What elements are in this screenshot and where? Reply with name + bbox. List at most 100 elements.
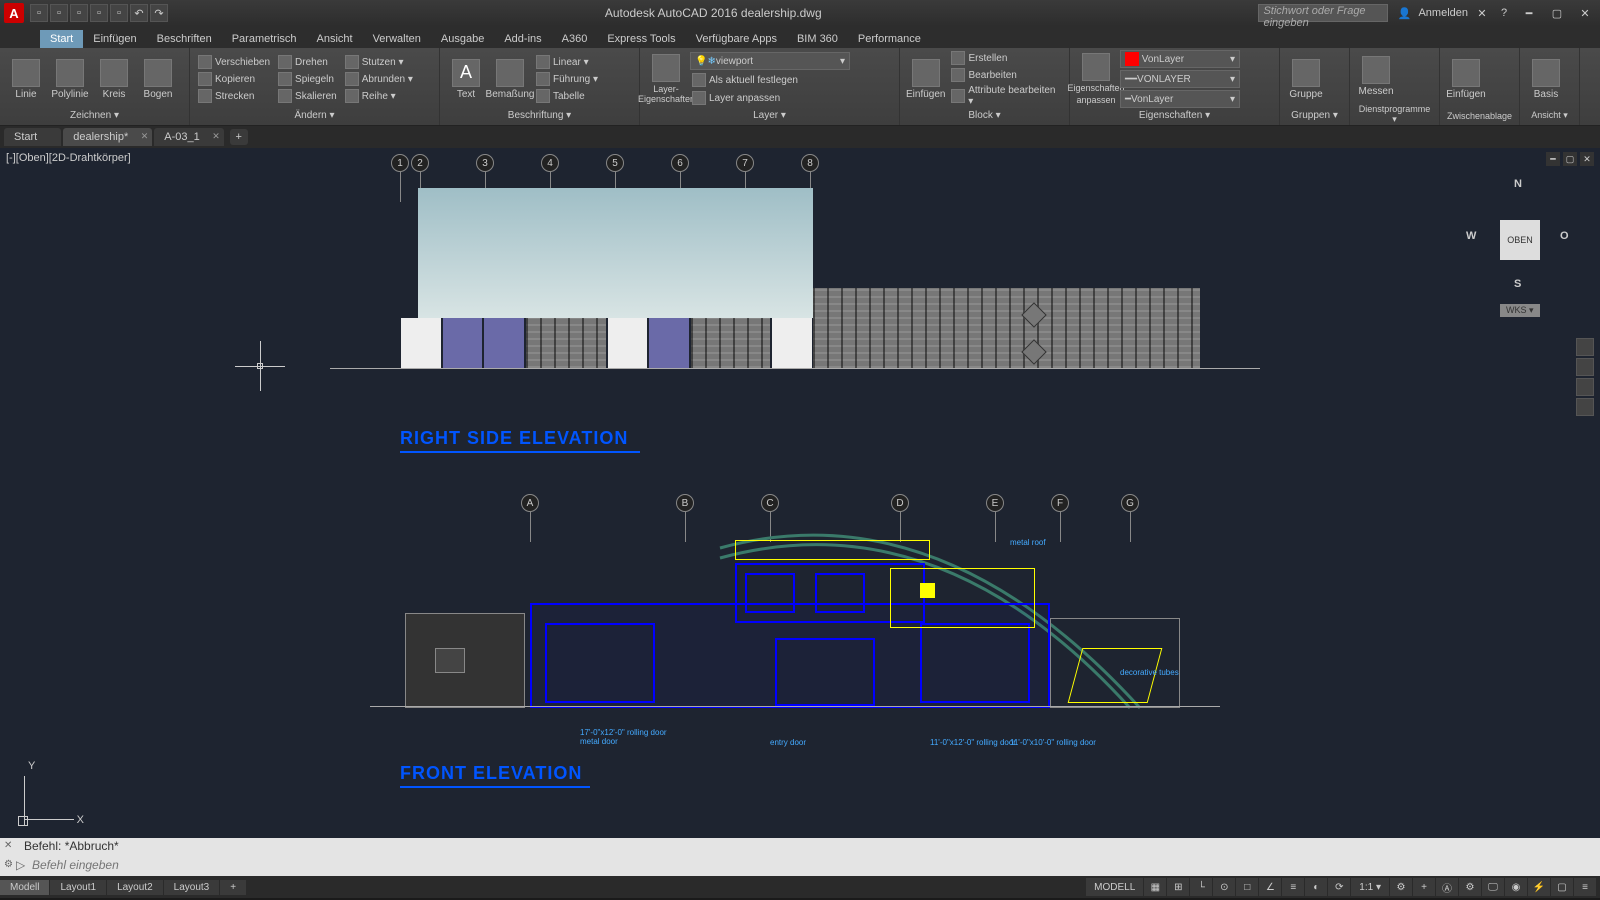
viewport-min-icon[interactable]: ━ xyxy=(1546,152,1560,166)
status-transparency-icon[interactable]: ◐ xyxy=(1305,878,1327,896)
status-grid-icon[interactable]: ▦ xyxy=(1144,878,1166,896)
nav-zoom-icon[interactable] xyxy=(1576,378,1594,396)
block-erstellen-button[interactable]: Erstellen xyxy=(949,50,1063,66)
panel-block-label[interactable]: Block ▾ xyxy=(906,108,1063,123)
tab-performance[interactable]: Performance xyxy=(848,30,931,48)
panel-beschriftung-label[interactable]: Beschriftung ▾ xyxy=(446,108,633,123)
layer-anpassen-button[interactable]: Layer anpassen xyxy=(690,90,850,106)
close-tab-icon[interactable]: ✕ xyxy=(212,131,220,142)
file-tab-a03[interactable]: A-03_1✕ xyxy=(154,128,223,146)
status-gear-icon[interactable]: ⚙ xyxy=(1390,878,1412,896)
tab-start[interactable]: Start xyxy=(40,30,83,48)
panel-ansicht-label[interactable]: Ansicht ▾ xyxy=(1526,108,1573,123)
app-logo[interactable]: A xyxy=(4,3,24,23)
tab-einfuegen[interactable]: Einfügen xyxy=(83,30,146,48)
strecken-button[interactable]: Strecken xyxy=(196,88,272,104)
block-attribute-button[interactable]: Attribute bearbeiten ▾ xyxy=(949,84,1063,108)
cmd-customize-icon[interactable]: ⚙ xyxy=(4,859,16,871)
layout1-tab[interactable]: Layout1 xyxy=(50,880,106,895)
layer-eigenschaften-button[interactable]: Layer-Eigenschaften xyxy=(646,53,686,105)
status-osnap-icon[interactable]: □ xyxy=(1236,878,1258,896)
close-button[interactable]: ✕ xyxy=(1574,4,1596,22)
qat-save-icon[interactable]: ▫ xyxy=(70,4,88,22)
fuehrung-button[interactable]: Führung ▾ xyxy=(534,71,600,87)
color-dropdown[interactable]: VonLayer▾ xyxy=(1120,50,1240,68)
status-hardware-icon[interactable]: ⚡ xyxy=(1528,878,1550,896)
viewport-close-icon[interactable]: ✕ xyxy=(1580,152,1594,166)
status-cycling-icon[interactable]: ⟳ xyxy=(1328,878,1350,896)
tab-verwalten[interactable]: Verwalten xyxy=(363,30,431,48)
block-einfuegen-button[interactable]: Einfügen xyxy=(906,53,945,105)
status-plus-icon[interactable]: + xyxy=(1413,878,1435,896)
viewcube-wks[interactable]: WKS ▾ xyxy=(1500,304,1540,317)
command-input[interactable] xyxy=(32,858,632,872)
layout3-tab[interactable]: Layout3 xyxy=(164,880,220,895)
skalieren-button[interactable]: Skalieren xyxy=(276,88,339,104)
status-lweight-icon[interactable]: ≡ xyxy=(1282,878,1304,896)
viewcube-face[interactable]: OBEN xyxy=(1500,220,1540,260)
panel-zeichnen-label[interactable]: Zeichnen ▾ xyxy=(6,108,183,123)
viewcube[interactable]: N S W O OBEN WKS ▾ xyxy=(1470,178,1570,308)
layout2-tab[interactable]: Layout2 xyxy=(107,880,163,895)
bogen-button[interactable]: Bogen xyxy=(138,53,178,105)
tab-apps[interactable]: Verfügbare Apps xyxy=(686,30,787,48)
maximize-button[interactable]: ▢ xyxy=(1546,4,1568,22)
tab-bim360[interactable]: BIM 360 xyxy=(787,30,848,48)
qat-print-icon[interactable]: ▫ xyxy=(110,4,128,22)
text-button[interactable]: AText xyxy=(446,53,486,105)
tab-beschriften[interactable]: Beschriften xyxy=(147,30,222,48)
new-tab-button[interactable]: + xyxy=(230,129,248,145)
minimize-button[interactable]: ━ xyxy=(1518,4,1540,22)
tab-express[interactable]: Express Tools xyxy=(597,30,685,48)
stutzen-button[interactable]: Stutzen ▾ xyxy=(343,54,415,70)
tab-ansicht[interactable]: Ansicht xyxy=(307,30,363,48)
qat-redo-icon[interactable]: ↷ xyxy=(150,4,168,22)
status-monitor-icon[interactable]: 🖵 xyxy=(1482,878,1504,896)
status-workspace-icon[interactable]: ⚙ xyxy=(1459,878,1481,896)
file-tab-dealership[interactable]: dealership*✕ xyxy=(63,128,152,146)
lineweight-dropdown[interactable]: ━ VonLayer▾ xyxy=(1120,90,1240,108)
help-icon[interactable]: ? xyxy=(1496,5,1512,21)
model-tab[interactable]: Modell xyxy=(0,880,49,895)
status-clean-icon[interactable]: ▢ xyxy=(1551,878,1573,896)
nav-pan-icon[interactable] xyxy=(1576,358,1594,376)
tab-addins[interactable]: Add-ins xyxy=(494,30,551,48)
panel-layer-label[interactable]: Layer ▾ xyxy=(646,108,893,123)
cmd-close-icon[interactable]: ✕ xyxy=(4,840,16,852)
paste-button[interactable]: Einfügen xyxy=(1446,54,1486,106)
help-search[interactable]: Stichwort oder Frage eingeben xyxy=(1258,4,1388,22)
file-tab-start[interactable]: Start xyxy=(4,128,61,146)
panel-eigenschaften-label[interactable]: Eigenschaften ▾ xyxy=(1076,108,1273,123)
gruppe-button[interactable]: Gruppe xyxy=(1286,53,1326,105)
signin-label[interactable]: Anmelden xyxy=(1418,7,1468,19)
status-snap-icon[interactable]: ⊞ xyxy=(1167,878,1189,896)
qat-undo-icon[interactable]: ↶ xyxy=(130,4,148,22)
status-annotation-icon[interactable]: Ⓐ xyxy=(1436,878,1458,896)
block-bearbeiten-button[interactable]: Bearbeiten xyxy=(949,67,1063,83)
tab-ausgabe[interactable]: Ausgabe xyxy=(431,30,494,48)
viewport-controls[interactable]: [-][Oben][2D-Drahtkörper] xyxy=(6,152,131,164)
basis-button[interactable]: Basis xyxy=(1526,53,1566,105)
status-modell[interactable]: MODELL xyxy=(1086,878,1143,896)
drehen-button[interactable]: Drehen xyxy=(276,54,339,70)
qat-saveas-icon[interactable]: ▫ xyxy=(90,4,108,22)
reihe-button[interactable]: Reihe ▾ xyxy=(343,88,415,104)
linear-button[interactable]: Linear ▾ xyxy=(534,54,600,70)
status-polar-icon[interactable]: ⊙ xyxy=(1213,878,1235,896)
close-tab-icon[interactable]: ✕ xyxy=(141,131,149,142)
drawing-canvas[interactable]: [-][Oben][2D-Drahtkörper] ━ ▢ ✕ 1 2 3 4 … xyxy=(0,148,1600,838)
linetype-dropdown[interactable]: ━━ VONLAYER▾ xyxy=(1120,70,1240,88)
nav-wheel-icon[interactable] xyxy=(1576,338,1594,356)
abrunden-button[interactable]: Abrunden ▾ xyxy=(343,71,415,87)
layer-dropdown[interactable]: 💡 ❄ viewport ▾ xyxy=(690,52,850,70)
kopieren-button[interactable]: Kopieren xyxy=(196,71,272,87)
spiegeln-button[interactable]: Spiegeln xyxy=(276,71,339,87)
panel-gruppen-label[interactable]: Gruppen ▾ xyxy=(1286,108,1343,123)
signin-icon[interactable]: 👤 xyxy=(1396,5,1412,21)
status-scale[interactable]: 1:1 ▾ xyxy=(1351,878,1389,896)
polylinie-button[interactable]: Polylinie xyxy=(50,53,90,105)
kreis-button[interactable]: Kreis xyxy=(94,53,134,105)
status-customize-icon[interactable]: ≡ xyxy=(1574,878,1596,896)
status-ortho-icon[interactable]: └ xyxy=(1190,878,1212,896)
status-otrack-icon[interactable]: ∠ xyxy=(1259,878,1281,896)
